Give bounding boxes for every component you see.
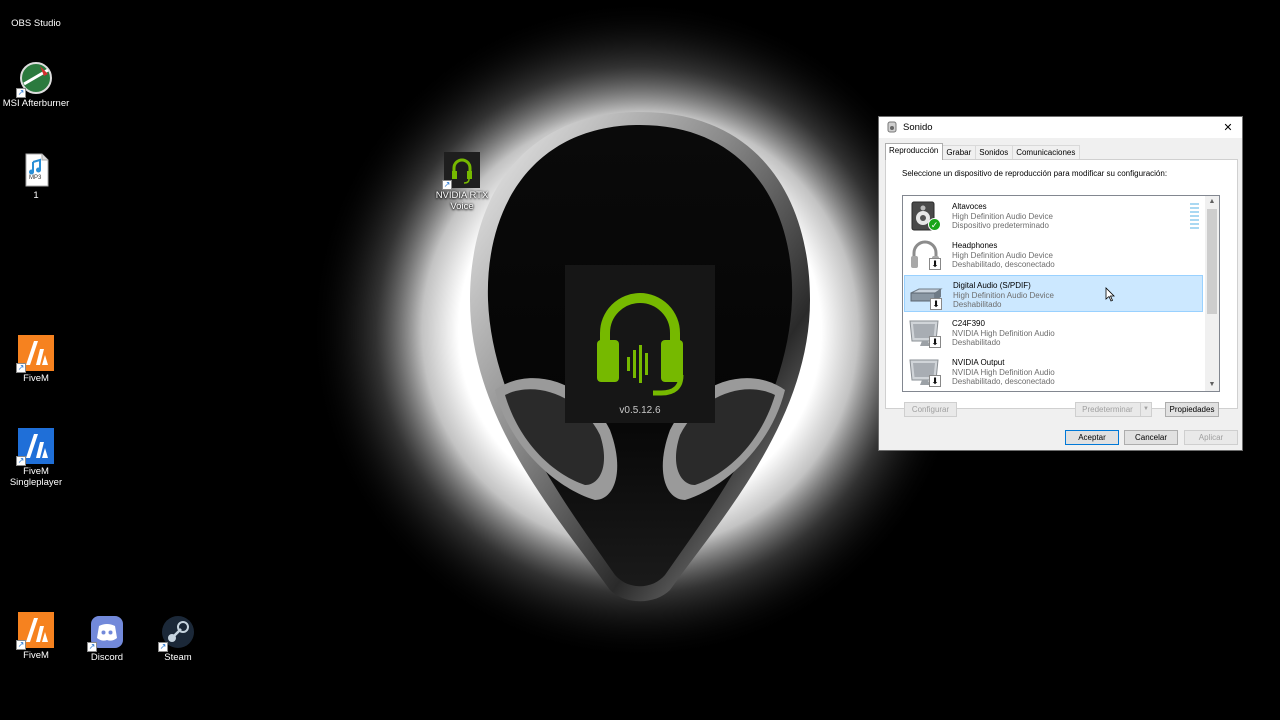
disabled-arrow-badge: ⬇ (929, 336, 941, 348)
monitor-icon: ⬇ (908, 356, 944, 388)
device-status: Dispositivo predeterminado (952, 221, 1049, 230)
shortcut-arrow-icon: ↗ (16, 640, 26, 650)
digital-audio-icon: ⬇ (909, 279, 945, 311)
playback-panel: Seleccione un dispositivo de reproducció… (885, 159, 1238, 417)
cancel-button[interactable]: Cancelar (1124, 430, 1178, 445)
dialog-tabs: Reproducción Grabar Sonidos Comunicacion… (885, 143, 1081, 160)
volume-level-meter (1190, 203, 1199, 229)
device-status: Deshabilitado, desconectado (952, 377, 1055, 386)
chevron-down-icon: ▼ (1140, 403, 1151, 416)
rtx-voice-version: v0.5.12.6 (619, 405, 661, 416)
dialog-title: Sonido (903, 122, 933, 133)
instruction-text: Seleccione un dispositivo de reproducció… (902, 169, 1168, 178)
configure-button[interactable]: Configurar (904, 402, 957, 417)
device-item-digital-audio[interactable]: ⬇ Digital Audio (S/PDIF) High Definition… (904, 275, 1203, 312)
device-list[interactable]: ✓ Altavoces High Definition Audio Device… (902, 195, 1220, 392)
desktop-icon-nvidia-rtx-voice[interactable]: ↗ NVIDIA RTX Voice (424, 152, 500, 212)
shortcut-arrow-icon: ↗ (16, 456, 26, 466)
disabled-arrow-badge: ⬇ (930, 298, 942, 310)
headphones-icon: ⬇ (908, 239, 944, 271)
device-name: Digital Audio (S/PDIF) (953, 281, 1031, 290)
desktop-icon-label: Discord (90, 652, 124, 663)
device-name: C24F390 (952, 319, 985, 328)
desktop-icon-fivem-2[interactable]: ↗ FiveM (0, 612, 74, 661)
fivem-singleplayer-icon: ↗ (16, 428, 54, 466)
tab-sonidos[interactable]: Sonidos (975, 145, 1014, 160)
rtx-voice-splash: v0.5.12.6 (565, 265, 715, 423)
disabled-arrow-badge: ⬇ (929, 258, 941, 270)
desktop-icon-label: Steam (164, 652, 192, 663)
desktop-icon-mp3-file[interactable]: MP3 1 (0, 152, 74, 201)
device-status: Deshabilitado, desconectado (952, 260, 1055, 269)
desktop-icon-steam[interactable]: ↗ Steam (140, 614, 216, 663)
device-name: Altavoces (952, 202, 987, 211)
tab-reproduccion[interactable]: Reproducción (885, 143, 944, 160)
ok-button[interactable]: Aceptar (1065, 430, 1119, 445)
tab-grabar[interactable]: Grabar (942, 145, 977, 160)
device-driver: High Definition Audio Device (952, 251, 1053, 260)
shortcut-arrow-icon: ↗ (87, 642, 97, 652)
device-list-scrollbar[interactable]: ▲ ▼ (1205, 196, 1219, 391)
device-status: Deshabilitado (952, 338, 1001, 347)
steam-icon: ↗ (158, 614, 196, 652)
desktop-icon-msi-afterburner[interactable]: ↗ MSI Afterburner (0, 60, 74, 109)
monitor-icon: ⬇ (908, 317, 944, 349)
device-name: NVIDIA Output (952, 358, 1005, 367)
scroll-down-arrow-icon[interactable]: ▼ (1205, 379, 1219, 391)
close-icon: ✕ (1223, 122, 1233, 134)
obs-icon (18, 0, 54, 16)
shortcut-arrow-icon: ↗ (158, 642, 168, 652)
set-default-label: Predeterminar (1082, 405, 1133, 414)
shortcut-arrow-icon: ↗ (442, 180, 452, 190)
desktop-icon-label: MSI Afterburner (2, 98, 70, 109)
mp3-file-icon: MP3 (18, 152, 54, 188)
fivem-icon: ↗ (16, 612, 54, 650)
msi-afterburner-icon: ↗ (16, 60, 54, 98)
tab-comunicaciones[interactable]: Comunicaciones (1012, 145, 1081, 160)
speaker-icon (887, 121, 897, 135)
device-item-headphones[interactable]: ⬇ Headphones High Definition Audio Devic… (904, 236, 1203, 273)
speaker-icon: ✓ (908, 200, 944, 232)
set-default-button[interactable]: Predeterminar ▼ (1075, 402, 1152, 417)
device-item-altavoces[interactable]: ✓ Altavoces High Definition Audio Device… (904, 197, 1203, 234)
apply-button[interactable]: Aplicar (1184, 430, 1238, 445)
default-check-badge: ✓ (928, 218, 941, 231)
mp3-badge: MP3 (29, 175, 42, 181)
device-driver: High Definition Audio Device (952, 212, 1053, 221)
disabled-arrow-badge: ⬇ (929, 375, 941, 387)
rtx-voice-headset-logo (597, 293, 684, 396)
device-driver: High Definition Audio Device (953, 291, 1054, 300)
device-driver: NVIDIA High Definition Audio (952, 329, 1055, 338)
desktop-icon-obs-studio[interactable]: OBS Studio (0, 0, 74, 29)
shortcut-arrow-icon: ↗ (16, 88, 26, 98)
device-item-c24f390[interactable]: ⬇ C24F390 NVIDIA High Definition Audio D… (904, 314, 1203, 351)
discord-icon: ↗ (87, 614, 125, 652)
scroll-up-arrow-icon[interactable]: ▲ (1205, 196, 1219, 208)
nvidia-rtx-voice-icon: ↗ (442, 152, 480, 190)
properties-button[interactable]: Propiedades (1165, 402, 1219, 417)
desktop-icon-label: FiveM Singleplayer (9, 466, 63, 488)
device-name: Headphones (952, 241, 998, 250)
mouse-cursor-icon (1105, 287, 1115, 302)
device-item-nvidia-output[interactable]: ⬇ NVIDIA Output NVIDIA High Definition A… (904, 353, 1203, 390)
desktop-icon-fivem-singleplayer[interactable]: ↗ FiveM Singleplayer (0, 428, 74, 488)
desktop-icon-fivem[interactable]: ↗ FiveM (0, 335, 74, 384)
dialog-titlebar[interactable]: Sonido ✕ (879, 117, 1242, 138)
desktop-icon-label: 1 (33, 190, 39, 201)
desktop-icon-label: FiveM (23, 650, 49, 661)
desktop-icon-label: OBS Studio (11, 18, 61, 29)
shortcut-arrow-icon: ↗ (16, 363, 26, 373)
fivem-icon: ↗ (16, 335, 54, 373)
device-status: Deshabilitado (953, 300, 1002, 309)
sound-dialog: Sonido ✕ Reproducción Grabar Sonidos Com… (878, 116, 1243, 451)
scroll-thumb[interactable] (1207, 209, 1217, 314)
desktop-icon-label: NVIDIA RTX Voice (435, 190, 489, 212)
device-driver: NVIDIA High Definition Audio (952, 368, 1055, 377)
desktop-icon-label: FiveM (23, 373, 49, 384)
close-button[interactable]: ✕ (1214, 117, 1242, 138)
desktop-icon-discord[interactable]: ↗ Discord (69, 614, 145, 663)
